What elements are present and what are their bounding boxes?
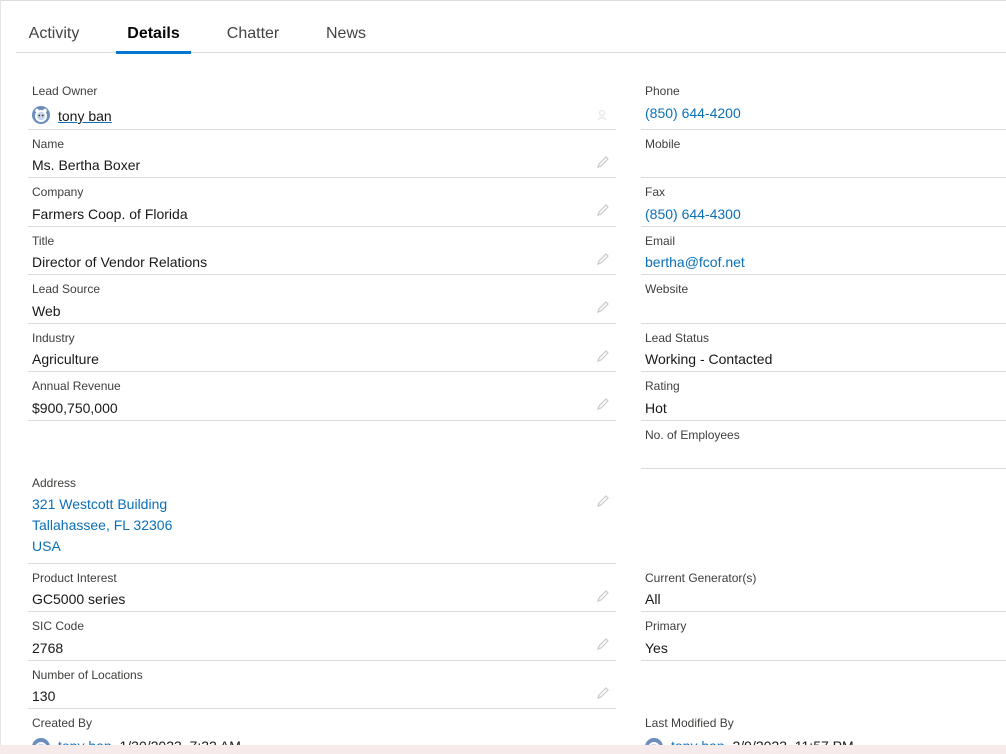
lead-owner-link[interactable]: tony ban bbox=[58, 108, 112, 125]
field-value: $900,750,000 bbox=[32, 400, 118, 416]
field-value: Farmers Coop. of Florida bbox=[32, 206, 188, 222]
field-sic-code: SIC Code 2768 bbox=[28, 612, 616, 661]
pencil-icon[interactable] bbox=[596, 589, 610, 603]
field-value: Working - Contacted bbox=[645, 351, 773, 367]
field-annual-revenue: Annual Revenue $900,750,000 bbox=[28, 372, 616, 421]
field-label: Product Interest bbox=[32, 571, 117, 585]
field-label: Lead Owner bbox=[32, 84, 98, 98]
field-company: Company Farmers Coop. of Florida bbox=[28, 178, 616, 227]
field-industry: Industry Agriculture bbox=[28, 324, 616, 372]
field-value: All bbox=[645, 591, 661, 607]
pencil-icon[interactable] bbox=[596, 155, 610, 169]
tab-details[interactable]: Details bbox=[116, 0, 191, 54]
field-label: Last Modified By bbox=[645, 716, 734, 730]
address-line-2[interactable]: Tallahassee, FL 32306 bbox=[32, 517, 172, 534]
field-label: Number of Locations bbox=[32, 668, 143, 682]
field-value: Director of Vendor Relations bbox=[32, 254, 208, 270]
field-mobile: Mobile bbox=[641, 130, 1006, 178]
field-fax: Fax (850) 644-4300 bbox=[641, 178, 1006, 227]
pencil-icon[interactable] bbox=[596, 686, 610, 700]
field-current-generators: Current Generator(s) All bbox=[641, 564, 1006, 612]
field-lead-status: Lead Status Working - Contacted bbox=[641, 324, 1006, 372]
field-label: Annual Revenue bbox=[32, 379, 121, 393]
user-avatar-icon bbox=[32, 106, 50, 124]
field-product-interest: Product Interest GC5000 series bbox=[28, 564, 616, 612]
field-label: Primary bbox=[645, 619, 687, 633]
field-label: Mobile bbox=[645, 137, 681, 151]
field-lead-owner: Lead Owner tony ban bbox=[28, 80, 616, 130]
field-label: Rating bbox=[645, 379, 680, 393]
field-title: Title Director of Vendor Relations bbox=[28, 227, 616, 275]
field-label: Phone bbox=[645, 84, 680, 98]
field-value: Agriculture bbox=[32, 351, 99, 367]
field-label: Industry bbox=[32, 331, 75, 345]
field-label: No. of Employees bbox=[645, 428, 740, 442]
field-value: 2768 bbox=[32, 640, 64, 656]
field-label: Website bbox=[645, 282, 689, 296]
field-label: Address bbox=[32, 476, 77, 490]
pencil-icon[interactable] bbox=[596, 300, 610, 314]
pencil-icon[interactable] bbox=[596, 397, 610, 411]
field-value: Hot bbox=[645, 400, 667, 416]
field-number-of-locations: Number of Locations 130 bbox=[28, 661, 616, 709]
field-label: Lead Status bbox=[645, 331, 710, 345]
field-website: Website bbox=[641, 275, 1006, 324]
field-label: Lead Source bbox=[32, 282, 101, 296]
pencil-icon[interactable] bbox=[596, 203, 610, 217]
field-label: Company bbox=[32, 185, 84, 199]
field-value: Web bbox=[32, 303, 61, 319]
field-value: GC5000 series bbox=[32, 591, 126, 607]
field-lead-source: Lead Source Web bbox=[28, 275, 616, 324]
field-rating: Rating Hot bbox=[641, 372, 1006, 421]
divider bbox=[641, 660, 1006, 661]
left-border bbox=[0, 0, 1, 754]
field-value: Ms. Bertha Boxer bbox=[32, 157, 141, 173]
phone-link[interactable]: (850) 644-4200 bbox=[645, 105, 741, 122]
field-label: Fax bbox=[645, 185, 666, 199]
field-value: 130 bbox=[32, 688, 56, 704]
field-email: Email bertha@fcof.net bbox=[641, 227, 1006, 275]
field-primary: Primary Yes bbox=[641, 612, 1006, 661]
field-address: Address 321 Westcott Building Tallahasse… bbox=[28, 468, 616, 564]
pencil-icon[interactable] bbox=[596, 252, 610, 266]
tab-news[interactable]: News bbox=[316, 0, 376, 53]
field-phone: Phone (850) 644-4200 bbox=[641, 80, 1006, 130]
change-owner-icon[interactable] bbox=[596, 108, 610, 122]
pencil-icon[interactable] bbox=[596, 637, 610, 651]
divider bbox=[28, 420, 616, 421]
tab-chatter[interactable]: Chatter bbox=[216, 0, 290, 53]
record-tabs: Activity Details Chatter News bbox=[16, 0, 1006, 54]
pencil-icon[interactable] bbox=[596, 494, 610, 508]
address-line-3[interactable]: USA bbox=[32, 538, 61, 555]
field-label: Name bbox=[32, 137, 65, 151]
field-label: Current Generator(s) bbox=[645, 571, 757, 585]
address-line-1[interactable]: 321 Westcott Building bbox=[32, 496, 167, 513]
email-link[interactable]: bertha@fcof.net bbox=[645, 254, 745, 271]
field-name: Name Ms. Bertha Boxer bbox=[28, 130, 616, 178]
divider bbox=[641, 468, 1006, 469]
pencil-icon[interactable] bbox=[596, 349, 610, 363]
fax-link[interactable]: (850) 644-4300 bbox=[645, 206, 741, 223]
field-value: Yes bbox=[645, 640, 668, 656]
field-label: SIC Code bbox=[32, 619, 85, 633]
field-label: Title bbox=[32, 234, 55, 248]
bottom-strip bbox=[0, 745, 1006, 754]
tab-activity[interactable]: Activity bbox=[16, 0, 92, 53]
field-label: Created By bbox=[32, 716, 93, 730]
field-no-of-employees: No. of Employees bbox=[641, 421, 1006, 469]
field-label: Email bbox=[645, 234, 676, 248]
